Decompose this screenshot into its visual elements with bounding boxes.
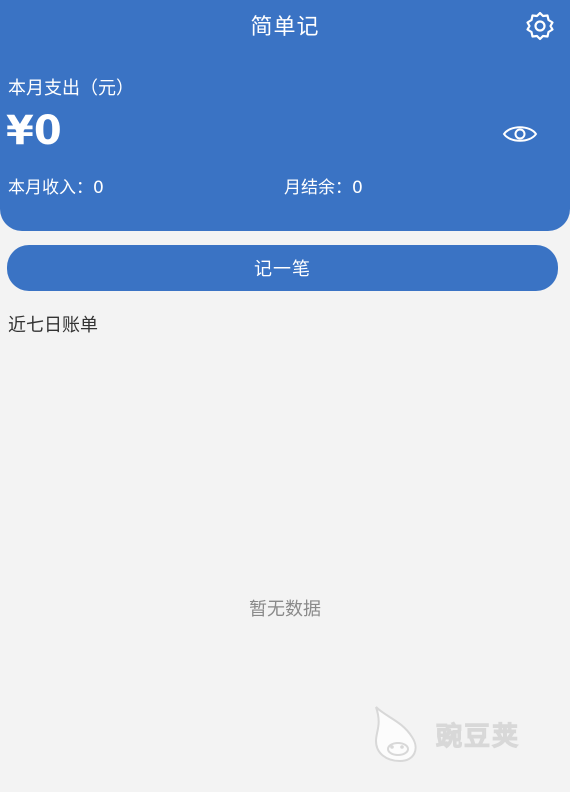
- settings-button[interactable]: [524, 10, 556, 42]
- summary-header: 简单记 本月支出（元） ¥0 本月收入：0 月结余：0: [0, 0, 570, 231]
- watermark-text: 豌豆荚: [435, 721, 521, 752]
- toggle-visibility-button[interactable]: [502, 122, 538, 146]
- monthly-income: 本月收入：0: [8, 173, 104, 198]
- monthly-expense-amount: ¥0: [6, 108, 62, 154]
- settings-gear-icon: [526, 11, 554, 41]
- monthly-balance-value: 0: [352, 178, 363, 198]
- empty-state-text: 暂无数据: [249, 599, 321, 620]
- eye-icon: [502, 126, 538, 142]
- monthly-balance: 月结余：0: [284, 173, 363, 198]
- record-entry-button[interactable]: 记一笔: [7, 245, 558, 291]
- app-title: 简单记: [250, 15, 320, 40]
- watermark: 豌豆荚: [368, 703, 520, 765]
- monthly-income-label: 本月收入：: [8, 178, 93, 198]
- watermark-logo-icon: [374, 706, 417, 763]
- monthly-balance-label: 月结余：: [284, 178, 352, 198]
- recent-bills-title: 近七日账单: [8, 315, 98, 336]
- monthly-expense-label: 本月支出（元）: [8, 78, 134, 99]
- monthly-income-value: 0: [93, 178, 104, 198]
